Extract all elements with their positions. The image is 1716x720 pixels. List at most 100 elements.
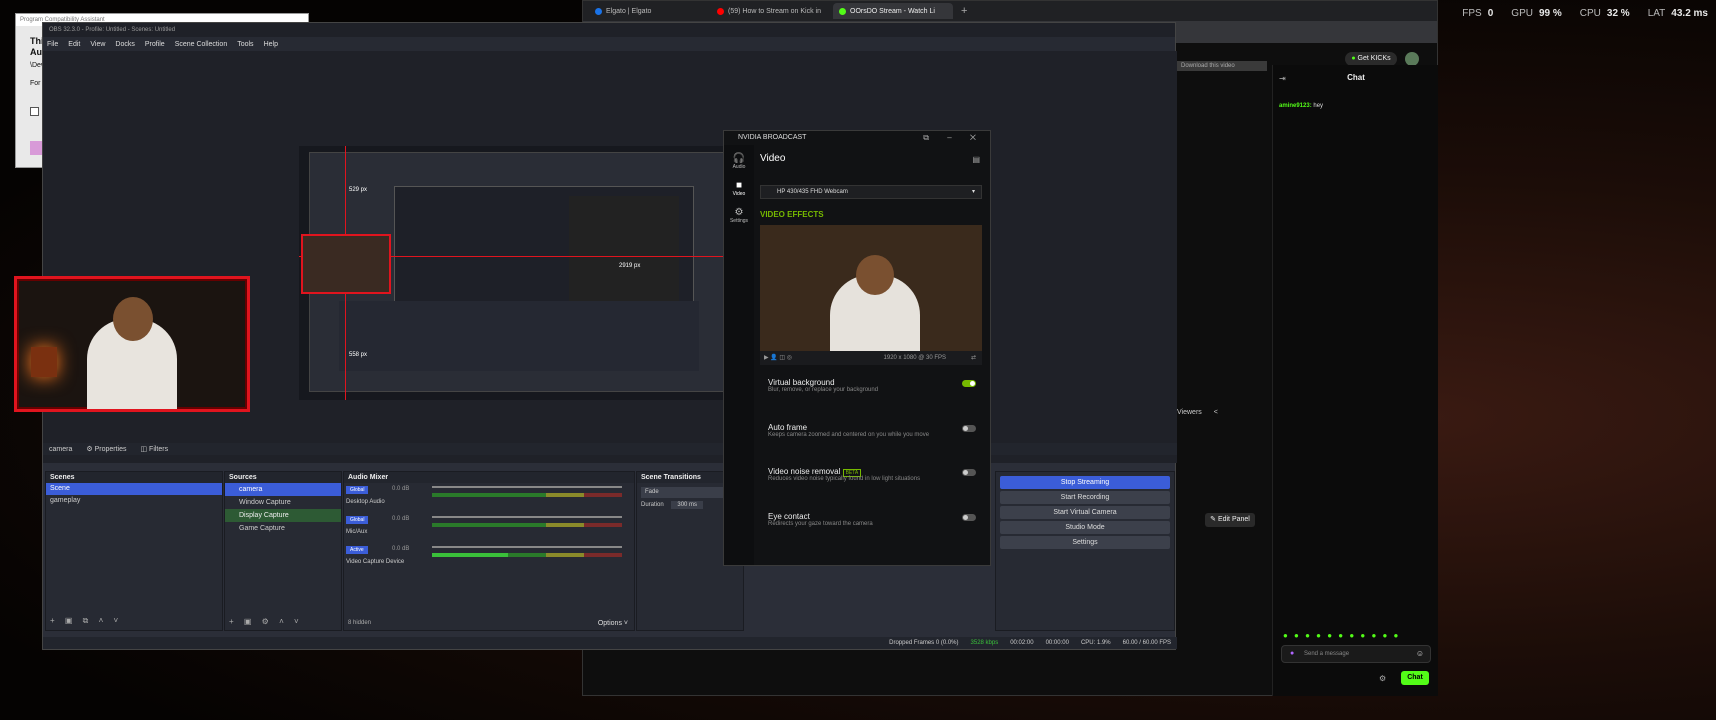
filters-button[interactable]: ◫ Filters [140, 445, 168, 453]
tab-label: OOrsDO Stream - Watch Li [850, 7, 935, 15]
avatar[interactable] [1405, 52, 1419, 66]
duration-input[interactable]: 300 ms [671, 501, 704, 509]
nvidia-main: Video ▤ HP 430/435 FHD Webcam ▾ VIDEO EFF… [760, 145, 988, 565]
fps-label: FPS [1462, 8, 1482, 19]
selected-source-camera[interactable] [301, 234, 391, 294]
menu-profile[interactable]: Profile [145, 41, 165, 48]
mixer-options-button[interactable]: Options ˅ [598, 620, 628, 627]
nav-settings-label: Settings [729, 218, 749, 224]
channel-tag: Global [346, 516, 369, 524]
new-tab-button[interactable]: + [961, 5, 967, 17]
effect-toggle[interactable] [962, 425, 976, 432]
browser-tab-kick[interactable]: OOrsDO Stream - Watch Li [833, 3, 953, 19]
measure-right: 2919 px [619, 263, 641, 269]
menu-edit[interactable]: Edit [68, 41, 80, 48]
nav-audio[interactable]: 🎧 Audio [724, 153, 754, 170]
person-head [856, 255, 894, 295]
effect-desc: Blur, remove, or replace your background [768, 387, 879, 393]
menu-tools[interactable]: Tools [237, 41, 253, 48]
start-recording-button[interactable]: Start Recording [1000, 491, 1170, 504]
resolution-label[interactable]: 1920 x 1080 @ 30 FPS [884, 351, 946, 365]
source-item[interactable]: camera [225, 483, 341, 496]
feedback-icon[interactable]: ▤ [972, 155, 980, 164]
menu-scene-collection[interactable]: Scene Collection [175, 41, 228, 48]
collapse-chat-icon[interactable]: ⇥ [1279, 74, 1286, 83]
person-head [113, 297, 153, 341]
volume-slider[interactable] [432, 486, 622, 488]
cpu-label: CPU [1579, 8, 1601, 19]
menu-help[interactable]: Help [264, 41, 278, 48]
browser-tabbar: Elgato | Elgato (59) How to Stream on Ki… [583, 1, 1437, 21]
source-label: Window Capture [239, 499, 291, 506]
viewers-row: Viewers < [1177, 409, 1218, 416]
share-icon[interactable]: < [1214, 409, 1218, 416]
device-select[interactable]: HP 430/435 FHD Webcam ▾ [760, 185, 982, 199]
chat-username[interactable]: amine9123: [1279, 103, 1312, 109]
scene-item[interactable]: Scene [46, 483, 222, 495]
source-item[interactable]: Window Capture [225, 496, 341, 509]
edit-panel-label: Edit Panel [1217, 516, 1250, 523]
compat-icon [30, 141, 42, 155]
effect-eye-contact: Eye contact Redirects your gaze toward t… [768, 512, 982, 548]
effect-toggle[interactable] [962, 380, 976, 387]
compare-icon[interactable]: ⇄ [971, 351, 976, 365]
volume-slider[interactable] [432, 546, 622, 548]
preview-tool-icons[interactable]: ▶ 👤 ◫ ◎ [764, 355, 792, 361]
sources-dock: Sources camera Window Capture Display Ca… [224, 471, 342, 631]
chat-input[interactable]: ● Send a message ☺ [1281, 645, 1431, 663]
chat-send-button[interactable]: Chat [1401, 671, 1429, 685]
measure-top: 529 px [349, 187, 368, 193]
volume-meter [432, 493, 622, 497]
nav-audio-label: Audio [732, 164, 746, 170]
properties-label: Properties [94, 446, 127, 453]
edit-panel-button[interactable]: ✎ Edit Panel [1205, 513, 1255, 527]
gpu-value: 99 % [1538, 8, 1562, 19]
effect-toggle[interactable] [962, 514, 976, 521]
menu-view[interactable]: View [90, 41, 105, 48]
compat-checkbox[interactable] [30, 107, 39, 116]
sources-toolbar[interactable]: + ▣ ⚙ ˄ ˅ [229, 617, 303, 626]
start-virtual-camera-button[interactable]: Start Virtual Camera [1000, 506, 1170, 519]
chat-message: amine9123: hey [1279, 103, 1323, 109]
chat-input-placeholder: Send a message [1304, 651, 1350, 657]
scenes-toolbar[interactable]: + ▣ ⧉ ˄ ˅ [50, 616, 122, 626]
effect-toggle[interactable] [962, 469, 976, 476]
browser-tab-youtube[interactable]: (59) How to Stream on Kick in [711, 3, 831, 19]
browser-tab-elgato[interactable]: Elgato | Elgato [589, 3, 709, 19]
chat-settings-icon[interactable]: ⚙ [1379, 674, 1386, 683]
menu-file[interactable]: File [47, 41, 58, 48]
settings-button[interactable]: Settings [1000, 536, 1170, 549]
viewers-label: Viewers [1177, 409, 1202, 416]
effect-name: Virtual background [768, 378, 835, 387]
obs-statusbar: Dropped Frames 0 (0.0%) 3528 kbps 00:02:… [43, 637, 1177, 649]
kick-coin-icon: ● [1351, 55, 1356, 62]
emote-row[interactable]: ● ● ● ● ● ● ● ● ● ● ● [1283, 631, 1400, 640]
mic-icon[interactable]: ● [1290, 650, 1294, 657]
source-item[interactable]: Display Capture [225, 509, 341, 522]
emoji-icon[interactable]: ☺ [1416, 649, 1424, 658]
download-hint[interactable]: Download this video [1177, 61, 1267, 71]
mixer-hidden-count[interactable]: 8 hidden [348, 620, 371, 626]
volume-slider[interactable] [432, 516, 622, 518]
preview-canvas[interactable]: 529 px 2919 px 558 px [299, 146, 743, 400]
source-item[interactable]: Game Capture [225, 522, 341, 535]
studio-mode-button[interactable]: Studio Mode [1000, 521, 1170, 534]
mixer-channel: Global Mic/Aux 0.0 dB [344, 513, 634, 543]
youtube-favicon-icon [717, 7, 724, 15]
effect-name: Auto frame [768, 423, 808, 432]
properties-button[interactable]: ⚙ Properties [86, 445, 126, 453]
volume-meter [432, 523, 622, 527]
window-controls[interactable]: ⧉ – ✕ [923, 133, 984, 143]
audio-mixer-title: Audio Mixer [344, 472, 634, 483]
device-label: HP 430/435 FHD Webcam [777, 189, 848, 195]
nav-settings[interactable]: ⚙ Settings [724, 207, 754, 224]
scene-item[interactable]: gameplay [46, 495, 222, 507]
menu-docks[interactable]: Docks [115, 41, 134, 48]
stop-streaming-button[interactable]: Stop Streaming [1000, 476, 1170, 489]
nav-video[interactable]: ■ Video [724, 180, 754, 197]
bitrate: 3528 kbps [970, 640, 999, 646]
obs-menubar: File Edit View Docks Profile Scene Colle… [43, 37, 1175, 51]
lat-value: 43.2 ms [1671, 8, 1708, 19]
get-kicks-button[interactable]: ● Get KICKs [1345, 52, 1397, 66]
volume-meter [432, 553, 622, 557]
